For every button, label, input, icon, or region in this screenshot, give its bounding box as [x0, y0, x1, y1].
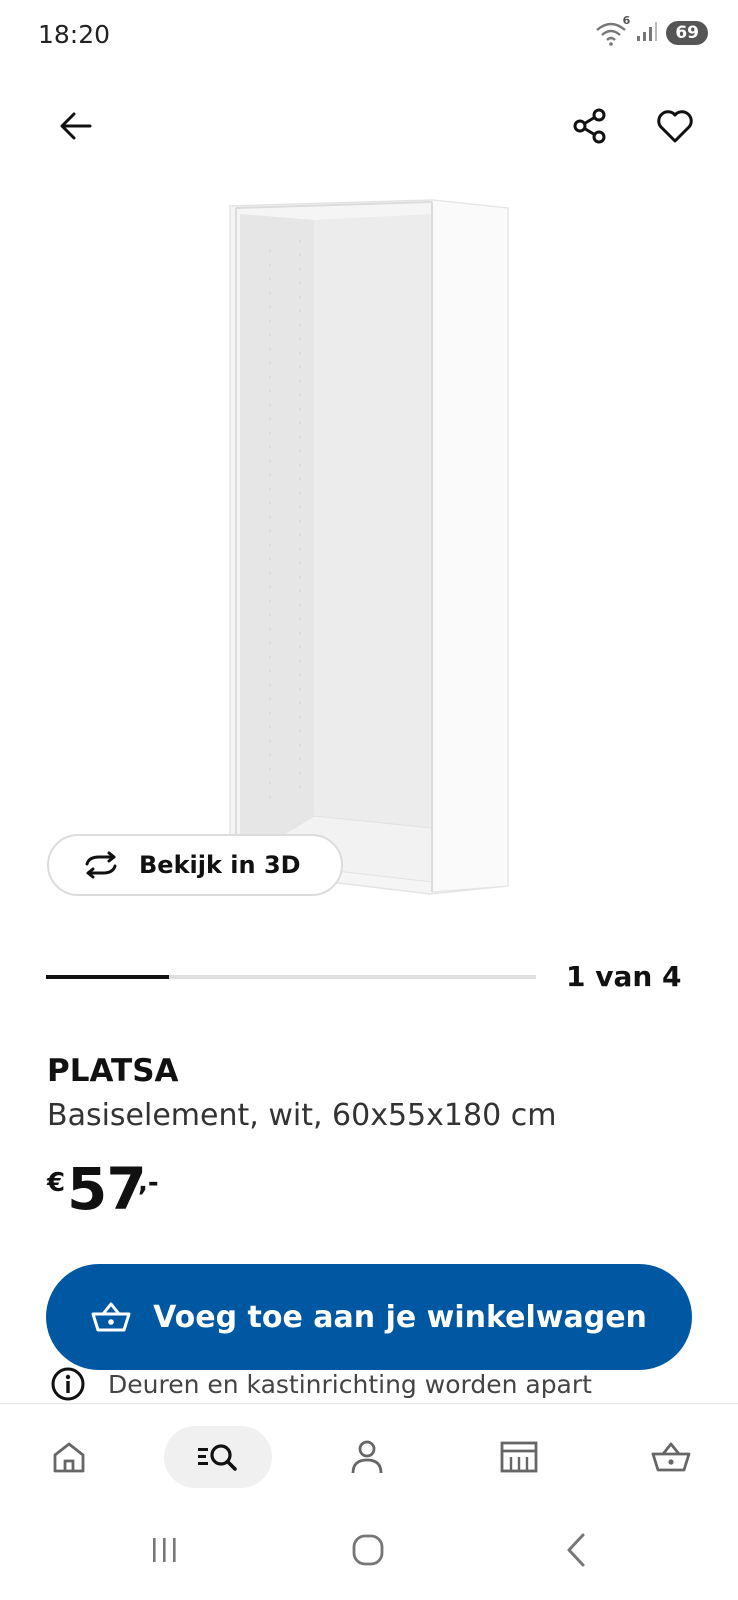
bottom-nav [0, 1403, 738, 1503]
search-icon [198, 1444, 237, 1471]
add-to-cart-label: Voeg toe aan je winkelwagen [153, 1299, 647, 1335]
gallery-counter: 1 van 4 [566, 960, 682, 993]
system-nav [0, 1503, 738, 1600]
price-suffix: ,- [138, 1168, 159, 1198]
arrow-left-icon [60, 112, 92, 140]
nav-search[interactable] [164, 1426, 272, 1488]
store-icon [500, 1441, 538, 1473]
gallery-progress [46, 975, 536, 979]
info-note-text: Deuren en kastinrichting worden apart [108, 1369, 592, 1399]
system-home-button[interactable] [338, 1525, 398, 1575]
product-name: PLATSA [47, 1053, 179, 1089]
chevron-left-icon [567, 1533, 585, 1567]
wifi-badge: 6 [622, 14, 631, 27]
cart-icon [91, 1302, 131, 1332]
price-whole: 57 [67, 1155, 147, 1223]
home-icon [53, 1442, 85, 1473]
recents-button[interactable] [134, 1525, 194, 1575]
product-image[interactable] [0, 180, 738, 920]
share-icon [573, 108, 606, 144]
battery-indicator: 69 [666, 21, 708, 45]
gallery-progress-fill [46, 975, 169, 979]
top-bar [0, 90, 738, 160]
nav-home[interactable] [38, 1426, 100, 1488]
view-3d-button[interactable]: Bekijk in 3D [47, 834, 343, 896]
share-button[interactable] [563, 98, 619, 154]
nav-cart[interactable] [640, 1426, 702, 1488]
cart-icon [651, 1442, 691, 1472]
status-bar: 18:20 6 69 [0, 0, 738, 72]
account-icon [351, 1440, 383, 1474]
nav-account[interactable] [336, 1426, 398, 1488]
back-button[interactable] [48, 98, 104, 154]
heart-icon [657, 110, 693, 143]
wifi-icon: 6 [594, 14, 630, 46]
view-3d-label: Bekijk in 3D [139, 851, 301, 879]
add-to-cart-button[interactable]: Voeg toe aan je winkelwagen [46, 1264, 692, 1370]
home-circle-icon [352, 1534, 384, 1566]
status-icons: 6 69 [594, 14, 708, 46]
system-back-button[interactable] [546, 1525, 606, 1575]
rotate-icon [85, 851, 117, 879]
signal-icon [636, 20, 658, 46]
nav-stores[interactable] [488, 1426, 550, 1488]
product-description: Basiselement, wit, 60x55x180 cm [47, 1098, 557, 1133]
price-currency: € [47, 1168, 66, 1198]
info-note: Deuren en kastinrichting worden apart [50, 1366, 592, 1402]
recents-icon [153, 1538, 176, 1562]
status-time: 18:20 [38, 20, 111, 49]
favorite-button[interactable] [647, 98, 703, 154]
info-icon [51, 1367, 85, 1401]
